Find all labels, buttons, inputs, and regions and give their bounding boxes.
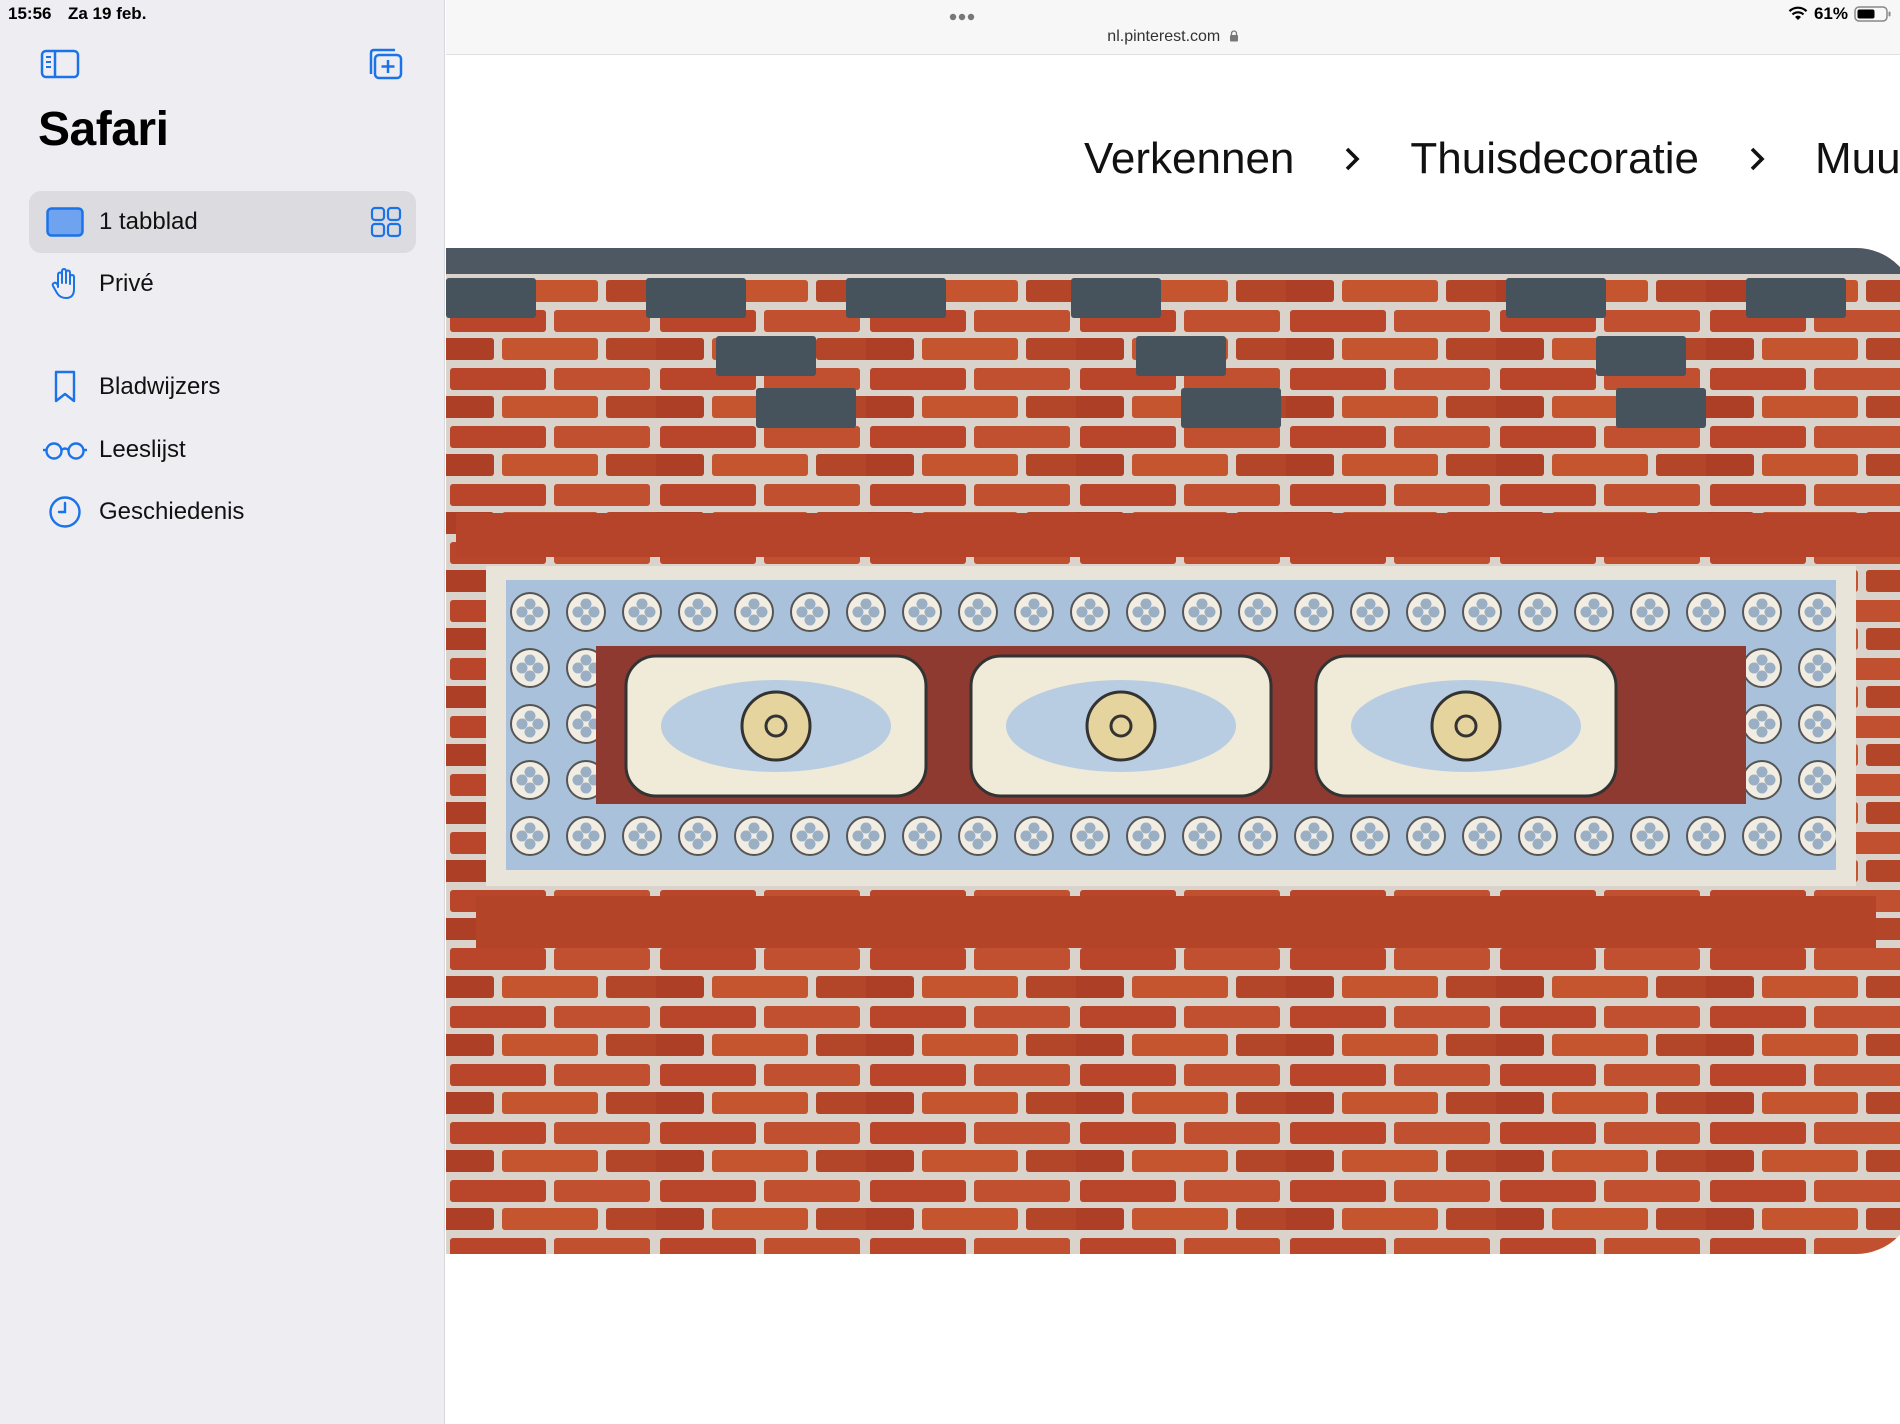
sidebar-title: Safari bbox=[38, 103, 169, 156]
chevron-right-icon bbox=[1346, 147, 1360, 171]
sidebar-item-reading-list[interactable]: Leeslijst bbox=[29, 419, 416, 481]
wifi-icon bbox=[1788, 6, 1808, 20]
breadcrumb-item[interactable]: Muu bbox=[1815, 134, 1900, 184]
sidebar-item-label: Privé bbox=[99, 270, 154, 297]
url-text: nl.pinterest.com bbox=[1107, 28, 1221, 45]
glasses-icon bbox=[43, 442, 87, 460]
pin-image[interactable] bbox=[446, 248, 1900, 1254]
sidebar-item-history[interactable]: Geschiedenis bbox=[29, 481, 416, 543]
bookmark-icon bbox=[54, 370, 76, 403]
sidebar-item-bookmarks[interactable]: Bladwijzers bbox=[29, 356, 416, 418]
sidebar-item-label: Leeslijst bbox=[99, 436, 186, 463]
clock-icon bbox=[49, 496, 81, 528]
breadcrumb-item[interactable]: Thuisdecoratie bbox=[1410, 134, 1699, 184]
breadcrumb: Verkennen Thuisdecoratie Muu bbox=[1084, 134, 1900, 184]
battery-icon bbox=[1854, 6, 1891, 22]
lock-icon bbox=[1229, 30, 1238, 42]
status-right: 61% bbox=[1788, 4, 1892, 24]
status-time: 15:56 bbox=[8, 4, 52, 23]
tab-overview-icon[interactable] bbox=[370, 206, 402, 238]
chevron-right-icon bbox=[1750, 147, 1765, 171]
breadcrumb-item[interactable]: Verkennen bbox=[1084, 134, 1294, 184]
hand-icon bbox=[51, 268, 75, 299]
sidebar-toggle-icon[interactable] bbox=[40, 48, 80, 80]
sidebar: Safari 1 tabblad Privé Bladwijzers Leesl… bbox=[0, 0, 445, 1424]
battery-percentage: 61% bbox=[1813, 4, 1848, 23]
brick-wall-photo bbox=[446, 248, 1900, 1254]
status-date: Za 19 feb. bbox=[68, 4, 147, 23]
sidebar-item-label: 1 tabblad bbox=[99, 208, 198, 235]
address-bar[interactable]: nl.pinterest.com bbox=[446, 28, 1900, 46]
new-tab-group-icon[interactable] bbox=[364, 46, 404, 82]
sidebar-item-private[interactable]: Privé bbox=[29, 253, 416, 315]
sidebar-item-label: Bladwijzers bbox=[99, 373, 221, 400]
tab-icon bbox=[46, 207, 84, 237]
web-content: Verkennen Thuisdecoratie Muu bbox=[446, 56, 1900, 1424]
sidebar-item-tabs[interactable]: 1 tabblad bbox=[29, 191, 416, 253]
status-bar: 15:56 Za 19 feb. 61% bbox=[0, 0, 1900, 28]
sidebar-item-label: Geschiedenis bbox=[99, 498, 245, 525]
